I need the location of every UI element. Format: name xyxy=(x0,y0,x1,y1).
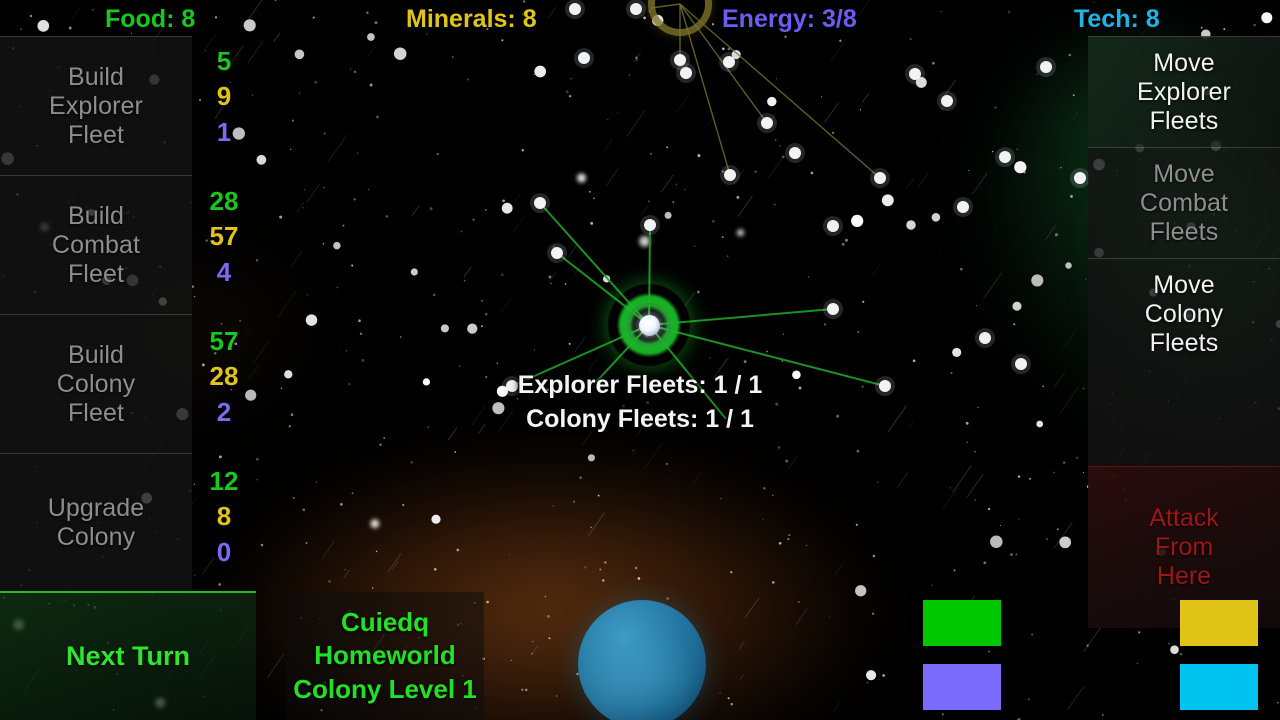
cost-combat-energy: 4 xyxy=(216,256,232,287)
planet-info-panel: Cuiedq Homeworld Colony Level 1 xyxy=(286,592,484,720)
cost-explorer-energy: 1 xyxy=(216,116,232,147)
cost-explorer-food: 5 xyxy=(216,46,232,76)
next-turn-label: Next Turn xyxy=(65,641,190,671)
build-combat-fleet-label: Build Combat Fleet xyxy=(51,201,141,288)
build-cost-column: 5 9 1 28 57 4 57 28 2 12 8 0 xyxy=(192,36,256,592)
upgrade-colony-button[interactable]: Upgrade Colony xyxy=(0,453,192,592)
cost-upgrade-colony: 12 8 0 xyxy=(192,464,256,570)
cost-colony-food: 57 xyxy=(209,326,239,356)
cost-upgrade-minerals: 8 xyxy=(216,501,232,532)
resource-energy: Energy: 3/8 xyxy=(722,5,857,33)
move-combat-fleets-button[interactable]: Move Combat Fleets xyxy=(1088,147,1280,258)
cost-colony-minerals: 28 xyxy=(209,361,239,392)
build-colony-fleet-button[interactable]: Build Colony Fleet xyxy=(0,314,192,453)
move-explorer-fleets-button[interactable]: Move Explorer Fleets xyxy=(1088,36,1280,147)
next-turn-button[interactable]: Next Turn xyxy=(0,591,256,720)
cost-colony-energy: 2 xyxy=(216,396,232,427)
legend-swatch-food xyxy=(923,600,1001,646)
planet-name: Cuiedq xyxy=(340,607,430,638)
upgrade-colony-label: Upgrade Colony xyxy=(47,494,145,551)
build-panel: Build Explorer Fleet Build Combat Fleet Buil… xyxy=(0,36,192,592)
legend-swatch-tech xyxy=(1180,664,1258,710)
move-explorer-fleets-label: Move Explorer Fleets xyxy=(1137,48,1231,135)
build-explorer-fleet-button[interactable]: Build Explorer Fleet xyxy=(0,36,192,175)
move-colony-fleets-button[interactable]: Move Colony Fleets xyxy=(1088,258,1280,369)
planet-type: Homeworld xyxy=(314,640,456,671)
planet-level: Colony Level 1 xyxy=(293,673,477,704)
move-colony-fleets-label: Move Colony Fleets xyxy=(1144,270,1224,357)
cost-combat-food: 28 xyxy=(209,186,239,216)
cost-upgrade-energy: 0 xyxy=(216,536,232,567)
cost-combat-minerals: 57 xyxy=(209,221,239,252)
resource-tech: Tech: 8 xyxy=(1074,5,1160,33)
home-system-star[interactable] xyxy=(639,315,660,336)
build-colony-fleet-label: Build Colony Fleet xyxy=(56,340,136,427)
build-combat-fleet-button[interactable]: Build Combat Fleet xyxy=(0,175,192,314)
cost-explorer-minerals: 9 xyxy=(216,81,232,112)
legend-swatch-energy xyxy=(923,664,1001,710)
cost-upgrade-food: 12 xyxy=(209,466,239,496)
cost-colony-fleet: 57 28 2 xyxy=(192,324,256,430)
legend-swatch-minerals xyxy=(1180,600,1258,646)
attack-from-here-label: Attack From Here xyxy=(1149,504,1219,590)
resource-food: Food: 8 xyxy=(105,5,196,33)
build-explorer-fleet-label: Build Explorer Fleet xyxy=(49,62,143,149)
cost-combat-fleet: 28 57 4 xyxy=(192,184,256,290)
resource-minerals: Minerals: 8 xyxy=(406,5,537,33)
cost-explorer-fleet: 5 9 1 xyxy=(192,44,256,150)
move-combat-fleets-label: Move Combat Fleets xyxy=(1139,159,1229,246)
